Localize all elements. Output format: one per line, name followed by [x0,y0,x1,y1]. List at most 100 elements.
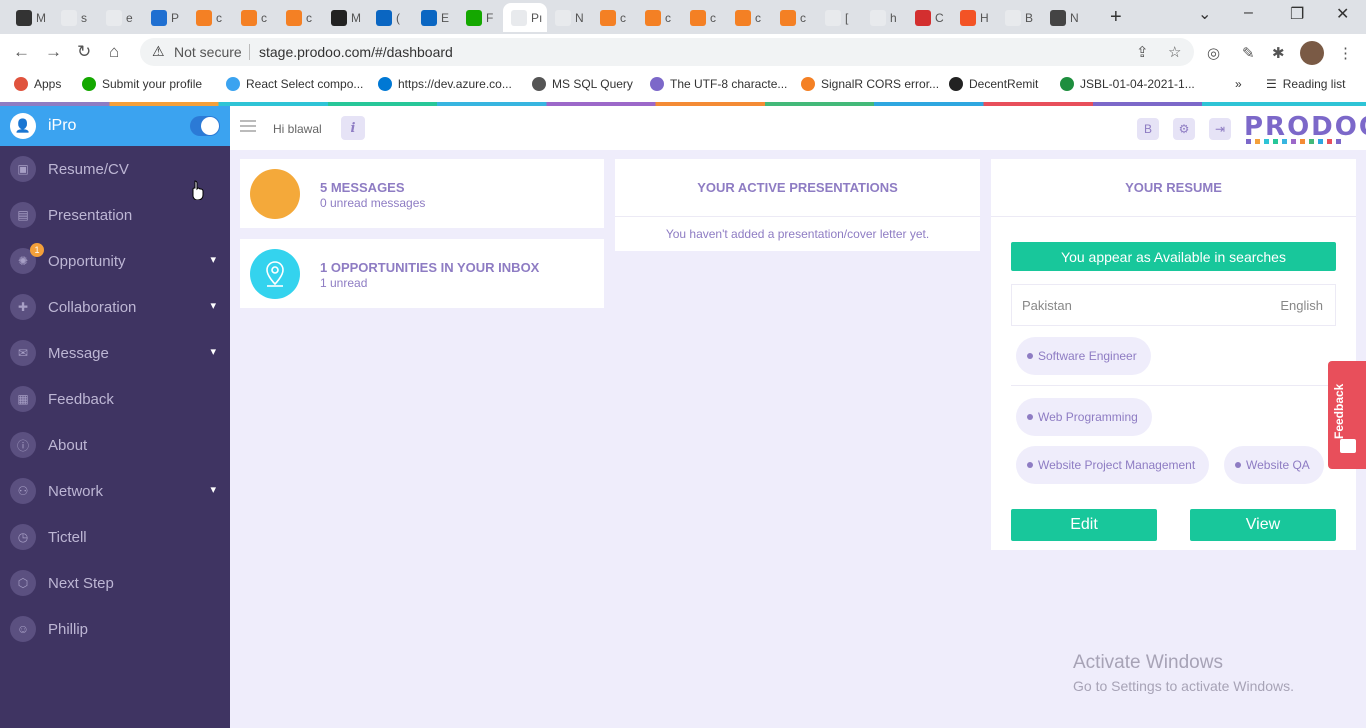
browser-tab[interactable]: ( [368,3,413,32]
browser-tab[interactable]: c [637,3,682,32]
browser-tab[interactable]: E [413,3,458,32]
tab-favicon-icon [376,9,392,26]
messages-card[interactable]: 5 MESSAGES 0 unread messages [240,159,604,228]
sidebar-item-message[interactable]: ✉ Message ▾ [0,330,230,376]
extension-icon[interactable]: ◎ [1207,44,1220,62]
bookmark-item[interactable]: DecentRemit [949,77,1038,91]
puzzle-extensions-icon[interactable]: ✱ [1272,44,1285,62]
reading-list-button[interactable]: ☰ Reading list [1266,77,1345,91]
bookmark-label: Submit your profile [102,77,203,91]
sidebar-item-network[interactable]: ⚇ Network ▾ [0,468,230,514]
sidebar-item-collaboration[interactable]: ✚ Collaboration ▾ [0,284,230,330]
bookmark-favicon-icon [378,77,392,91]
logout-icon[interactable]: ⇥ [1209,118,1231,140]
browser-tab[interactable]: P [143,3,188,32]
browser-tab[interactable]: c [233,3,278,32]
chevron-down-icon[interactable]: ▾ [210,345,216,358]
sidebar-item-opportunity[interactable]: ✺ Opportunity 1 ▾ [0,238,230,284]
tab-favicon-icon [106,9,122,26]
browser-tab[interactable]: e [98,3,143,32]
url-text[interactable]: stage.prodoo.com/#/dashboard [259,44,453,60]
tab-title: N [1070,10,1079,25]
browser-tab[interactable]: C [907,3,952,32]
sidebar-item-next-step[interactable]: ⬡ Next Step [0,560,230,606]
bookmark-item[interactable]: Submit your profile [82,77,202,91]
browser-tab[interactable]: M [323,3,368,32]
tab-title: H [980,10,989,25]
opportunities-card[interactable]: 1 OPPORTUNITIES IN YOUR INBOX 1 unread [240,239,604,308]
availability-button[interactable]: You appear as Available in searches [1011,242,1336,271]
devtools-extension-icon[interactable]: ✎ [1242,44,1255,62]
forward-button[interactable]: → [45,42,62,62]
browser-tab[interactable]: c [188,3,233,32]
edit-button[interactable]: Edit [1011,509,1157,541]
browser-tab[interactable]: N [547,3,592,32]
logo-dot [1246,139,1251,144]
blog-icon[interactable]: B [1137,118,1159,140]
browser-tab[interactable]: Pı✕ [503,3,547,32]
bookmark-label: DecentRemit [969,77,1039,91]
profile-avatar[interactable] [1300,41,1324,65]
browser-tab[interactable]: N [1042,3,1087,32]
bookmark-item[interactable]: The UTF-8 characte... [650,77,787,91]
sidebar-nav: ▣ Resume/CV ▤ Presentation ✺ Opportunity 1 ▾ ✚ Co… [0,146,230,652]
logo-dot [1327,139,1332,144]
chevron-down-icon[interactable]: ▾ [210,299,216,312]
share-icon[interactable]: ⇪ [1136,43,1149,61]
user-icon[interactable]: 👤 [10,113,36,139]
bookmark-item[interactable]: Apps [14,77,61,91]
info-button[interactable]: i [341,116,365,140]
sidebar-item-phillip[interactable]: ☺ Phillip [0,606,230,652]
mode-toggle[interactable] [190,116,220,136]
feedback-tab[interactable]: Feedback [1328,361,1366,469]
security-label[interactable]: Not secure [174,44,242,60]
menu-kebab-icon[interactable]: ⋮ [1338,44,1353,62]
browser-tab[interactable]: s [53,3,98,32]
bookmarks-more[interactable]: » [1235,77,1242,91]
browser-tab[interactable]: c [592,3,637,32]
hamburger-menu-icon[interactable] [240,120,256,132]
browser-tab[interactable]: c [682,3,727,32]
chevron-down-icon[interactable]: ▾ [210,483,216,496]
bookmark-item[interactable]: JSBL-01-04-2021-1... [1060,77,1195,91]
bookmark-item[interactable]: MS SQL Query [532,77,633,91]
browser-tab[interactable]: B [997,3,1042,32]
maximize-button[interactable]: ❐ [1290,4,1304,24]
prodoo-logo[interactable]: PRODOO [1244,112,1366,142]
watermark-line1: Activate Windows [1073,652,1223,673]
browser-tab[interactable]: F [458,3,503,32]
browser-tab[interactable]: [ [817,3,862,32]
notification-badge: 1 [30,243,44,257]
tab-title: ( [396,10,400,25]
view-button[interactable]: View [1190,509,1336,541]
bookmark-item[interactable]: https://dev.azure.co... [378,77,512,91]
tab-search-icon[interactable]: ⌄ [1198,4,1211,24]
tab-favicon-icon [466,9,482,26]
bookmark-star-icon[interactable]: ☆ [1168,43,1181,61]
home-button[interactable]: ⌂ [109,42,119,62]
settings-gear-icon[interactable]: ⚙ [1173,118,1195,140]
close-window-button[interactable]: ✕ [1336,4,1349,24]
tab-title: c [710,10,716,25]
new-tab-button[interactable]: + [1110,6,1122,29]
logo-dot [1336,139,1341,144]
reload-button[interactable]: ↻ [77,42,91,62]
back-button[interactable]: ← [13,42,30,62]
tab-title: c [665,10,671,25]
browser-tab[interactable]: h [862,3,907,32]
bookmark-item[interactable]: React Select compo... [226,77,363,91]
sidebar-item-feedback[interactable]: ▦ Feedback [0,376,230,422]
browser-tab[interactable]: M [8,3,53,32]
sidebar-item-about[interactable]: ⓘ About [0,422,230,468]
tab-favicon-icon [735,9,751,26]
logo-dot [1318,139,1323,144]
browser-tab[interactable]: c [772,3,817,32]
browser-tab[interactable]: H [952,3,997,32]
browser-tab[interactable]: c [727,3,772,32]
browser-tab[interactable]: c [278,3,323,32]
chevron-down-icon[interactable]: ▾ [210,253,216,266]
minimize-button[interactable]: – [1244,4,1253,22]
bookmark-item[interactable]: SignalR CORS error... [801,77,939,91]
sidebar-item-tictell[interactable]: ◷ Tictell [0,514,230,560]
address-bar[interactable]: ⚠ Not secure stage.prodoo.com/#/dashboar… [140,38,1194,66]
